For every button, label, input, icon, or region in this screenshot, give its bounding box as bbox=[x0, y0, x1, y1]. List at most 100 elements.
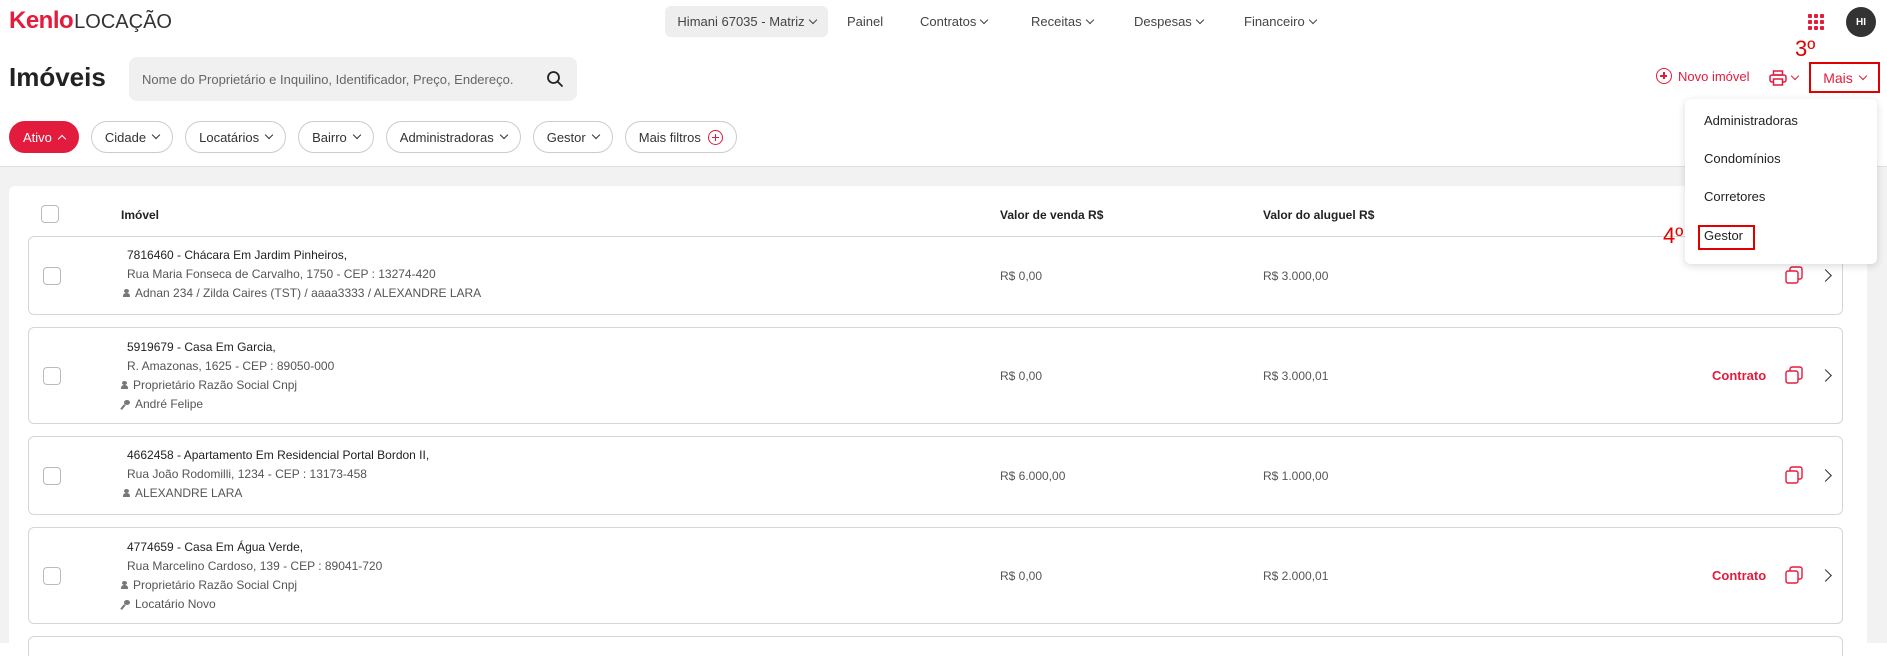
contract-link[interactable]: Contrato bbox=[1712, 368, 1766, 383]
plus-circle-icon bbox=[1656, 68, 1672, 84]
filter-ativo[interactable]: Ativo bbox=[9, 121, 79, 153]
branch-selector[interactable]: Himani 67035 - Matriz bbox=[665, 6, 828, 37]
nav-label: Painel bbox=[847, 14, 884, 29]
logo-product: LOCAÇÃO bbox=[74, 11, 172, 33]
filter-label: Cidade bbox=[104, 129, 147, 145]
menu-item-condominios[interactable]: Condomínios bbox=[1704, 151, 1781, 166]
sale-value: R$ 0,00 bbox=[1000, 369, 1043, 383]
property-title: 7816460 - Chácara Em Jardim Pinheiros, bbox=[127, 248, 348, 262]
top-navbar: KenloLOCAÇÃO Himani 67035 - Matriz Paine… bbox=[0, 0, 1887, 44]
print-menu-button[interactable] bbox=[1769, 70, 1800, 86]
sale-value: R$ 0,00 bbox=[1000, 569, 1043, 583]
owner-text: Proprietário Razão Social Cnpj bbox=[133, 378, 298, 392]
property-address: Rua João Rodomilli, 1234 - CEP : 13173-4… bbox=[127, 467, 367, 481]
copy-icon[interactable] bbox=[1785, 366, 1803, 384]
branch-label: Himani 67035 - Matriz bbox=[677, 14, 805, 29]
owner-text: Adnan 234 / Zilda Caires (TST) / aaaa333… bbox=[135, 286, 482, 300]
chevron-down-icon bbox=[352, 130, 362, 140]
apps-grid-icon[interactable] bbox=[1808, 14, 1824, 30]
row-checkbox[interactable] bbox=[43, 267, 61, 285]
new-property-button[interactable]: Novo imóvel bbox=[1656, 68, 1750, 84]
row-checkbox[interactable] bbox=[43, 467, 61, 485]
column-header-label: Valor de venda bbox=[1000, 208, 1085, 222]
chevron-down-icon bbox=[1858, 71, 1868, 80]
filter-gestor[interactable]: Gestor bbox=[532, 121, 613, 153]
currency-unit: R$ bbox=[1359, 208, 1375, 222]
nav-painel[interactable]: Painel bbox=[847, 6, 883, 37]
owner-text: ALEXANDRE LARA bbox=[135, 486, 243, 500]
menu-item-corretores[interactable]: Corretores bbox=[1704, 189, 1765, 204]
more-label: Mais bbox=[1823, 69, 1853, 86]
chevron-right-icon[interactable] bbox=[1819, 369, 1832, 382]
avatar[interactable]: HI bbox=[1846, 7, 1876, 37]
search-icon[interactable] bbox=[546, 70, 564, 88]
property-tenant: André Felipe bbox=[121, 397, 203, 411]
nav-contratos[interactable]: Contratos bbox=[920, 6, 989, 37]
search-box[interactable] bbox=[129, 57, 577, 101]
annotation-highlight-box bbox=[1698, 225, 1755, 250]
table-row[interactable]: 7816460 - Chácara Em Jardim Pinheiros, R… bbox=[28, 236, 1843, 315]
chevron-down-icon bbox=[264, 130, 274, 140]
select-all-checkbox[interactable] bbox=[41, 205, 59, 223]
filter-label: Administradoras bbox=[399, 129, 494, 145]
step-3-annotation: 3º bbox=[1795, 36, 1816, 61]
column-header-venda[interactable]: Valor de venda R$ bbox=[1000, 208, 1103, 222]
row-checkbox[interactable] bbox=[43, 367, 61, 385]
copy-icon[interactable] bbox=[1785, 466, 1803, 484]
nav-label: Receitas bbox=[1031, 14, 1082, 29]
filter-label: Gestor bbox=[546, 129, 586, 145]
nav-receitas[interactable]: Receitas bbox=[1031, 6, 1094, 37]
sale-value: R$ 0,00 bbox=[1000, 269, 1043, 283]
property-title: 5919679 - Casa Em Garcia, bbox=[127, 340, 276, 354]
chevron-down-icon bbox=[808, 15, 817, 24]
column-header-aluguel[interactable]: Valor do aluguel R$ bbox=[1263, 208, 1374, 222]
table-row[interactable]: 4774659 - Casa Em Água Verde, Rua Marcel… bbox=[28, 527, 1843, 624]
rent-value: R$ 2.000,01 bbox=[1263, 569, 1329, 583]
contract-link[interactable]: Contrato bbox=[1712, 568, 1766, 583]
page-title: Imóveis bbox=[9, 62, 106, 92]
copy-icon[interactable] bbox=[1785, 266, 1803, 284]
chevron-down-icon bbox=[591, 130, 600, 140]
chevron-down-icon bbox=[1195, 15, 1205, 24]
property-address: Rua Maria Fonseca de Carvalho, 1750 - CE… bbox=[127, 267, 436, 281]
column-header-label: Valor do aluguel bbox=[1263, 208, 1356, 222]
menu-item-administradoras[interactable]: Administradoras bbox=[1704, 113, 1798, 128]
chevron-down-icon bbox=[499, 130, 508, 140]
person-icon bbox=[121, 581, 128, 589]
rent-value: R$ 3.000,01 bbox=[1263, 369, 1329, 383]
filter-bairro[interactable]: Bairro bbox=[298, 121, 374, 153]
table-row[interactable]: 4662458 - Apartamento Em Residencial Por… bbox=[28, 436, 1843, 515]
nav-financeiro[interactable]: Financeiro bbox=[1244, 6, 1317, 37]
row-checkbox[interactable] bbox=[43, 567, 61, 585]
more-dropdown-menu: Administradoras Condomínios Corretores G… bbox=[1685, 99, 1877, 264]
copy-icon[interactable] bbox=[1785, 566, 1803, 584]
new-property-label: Novo imóvel bbox=[1678, 68, 1750, 84]
table-row[interactable]: 5919679 - Casa Em Garcia, R. Amazonas, 1… bbox=[28, 327, 1843, 424]
person-icon bbox=[123, 289, 130, 297]
property-owner: ALEXANDRE LARA bbox=[123, 486, 242, 500]
filter-administradoras[interactable]: Administradoras bbox=[385, 121, 521, 153]
filter-locatarios[interactable]: Locatários bbox=[185, 121, 287, 153]
property-owner: Adnan 234 / Zilda Caires (TST) / aaaa333… bbox=[123, 286, 481, 300]
table-row[interactable] bbox=[28, 636, 1843, 656]
owner-text: Proprietário Razão Social Cnpj bbox=[133, 578, 298, 592]
nav-label: Contratos bbox=[920, 14, 977, 29]
filter-more[interactable]: Mais filtros bbox=[624, 121, 737, 153]
search-input[interactable] bbox=[142, 71, 532, 87]
more-menu-button[interactable]: Mais bbox=[1809, 62, 1880, 93]
chevron-right-icon[interactable] bbox=[1819, 269, 1832, 282]
rent-value: R$ 3.000,00 bbox=[1263, 269, 1329, 283]
key-icon bbox=[121, 599, 130, 609]
filter-cidade[interactable]: Cidade bbox=[90, 121, 174, 153]
nav-despesas[interactable]: Despesas bbox=[1134, 6, 1205, 37]
chevron-right-icon[interactable] bbox=[1819, 469, 1832, 482]
kenlo-logo[interactable]: KenloLOCAÇÃO bbox=[9, 7, 172, 35]
column-header-imovel: Imóvel bbox=[121, 208, 160, 222]
key-icon bbox=[121, 399, 130, 409]
property-address: Rua Marcelino Cardoso, 139 - CEP : 89041… bbox=[127, 559, 383, 573]
property-address: R. Amazonas, 1625 - CEP : 89050-000 bbox=[127, 359, 335, 373]
chevron-right-icon[interactable] bbox=[1819, 569, 1832, 582]
chevron-down-icon bbox=[980, 15, 989, 24]
property-title: 4774659 - Casa Em Água Verde, bbox=[127, 540, 304, 554]
logo-brand: Kenlo bbox=[9, 7, 74, 34]
